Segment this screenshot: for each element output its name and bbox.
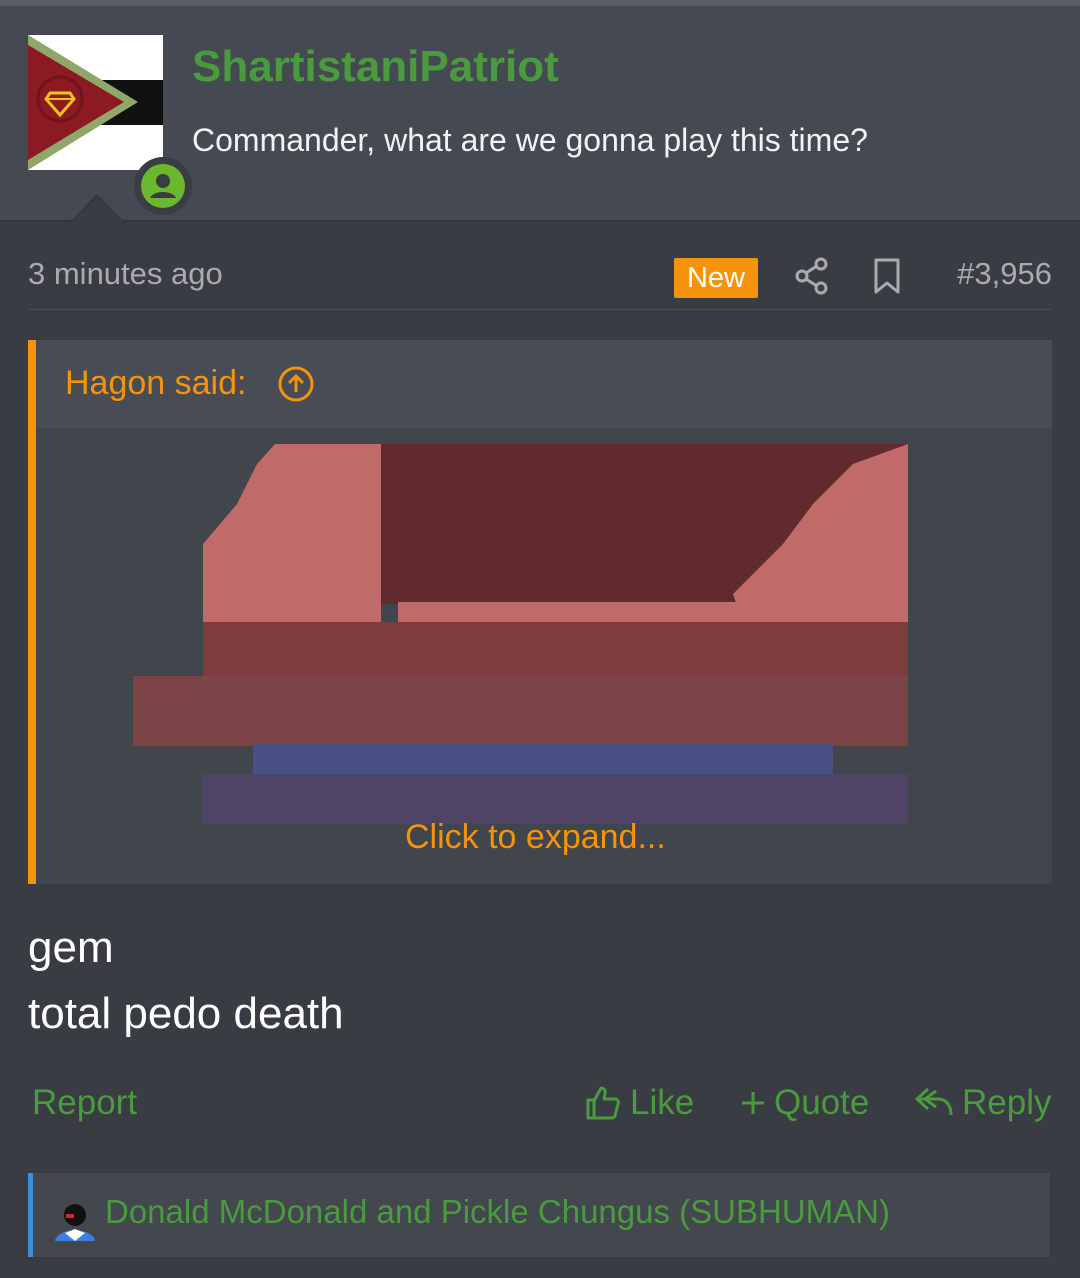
- quote-button[interactable]: Quote: [740, 1083, 869, 1123]
- click-to-expand-link[interactable]: Click to expand...: [405, 818, 666, 857]
- jump-to-quote-button[interactable]: [276, 364, 316, 409]
- quote-header: Hagon said:: [36, 340, 1052, 428]
- user-circle-icon: [141, 164, 185, 208]
- like-button[interactable]: Like: [584, 1083, 694, 1123]
- post-actions: Report Like Quote Reply: [28, 1083, 1052, 1133]
- bookmark-icon: [874, 258, 900, 294]
- post-timestamp[interactable]: 3 minutes ago: [28, 256, 223, 292]
- thumbs-up-icon: [586, 1086, 620, 1120]
- share-button[interactable]: [794, 256, 830, 301]
- new-badge: New: [674, 258, 758, 298]
- header-pointer: [70, 196, 124, 224]
- user-title: Commander, what are we gonna play this t…: [192, 122, 868, 158]
- like-label: Like: [630, 1083, 695, 1122]
- plus-icon: [742, 1092, 764, 1114]
- post-body: gem total pedo death: [28, 915, 344, 1047]
- reactions-bar[interactable]: Donald McDonald and Pickle Chungus (SUBH…: [28, 1173, 1050, 1257]
- reactor-avatar-icon: [55, 1204, 95, 1241]
- reply-label: Reply: [962, 1083, 1052, 1122]
- flag-avatar-image: [28, 35, 163, 170]
- post-body-line-2: total pedo death: [28, 989, 344, 1038]
- report-button[interactable]: Report: [32, 1083, 137, 1123]
- bookmark-button[interactable]: [872, 256, 902, 301]
- quote-block: Hagon said: Click to expand...: [28, 340, 1052, 884]
- post-number[interactable]: #3,956: [957, 256, 1052, 292]
- reactions-text[interactable]: Donald McDonald and Pickle Chungus (SUBH…: [105, 1193, 890, 1231]
- post-meta-bar: 3 minutes ago New #3,956: [28, 250, 1052, 310]
- report-label: Report: [32, 1083, 138, 1122]
- user-header: ShartistaniPatriot Commander, what are w…: [0, 6, 1080, 222]
- reply-icon: [915, 1087, 953, 1116]
- quoted-pixel-image: [133, 444, 908, 824]
- quote-author[interactable]: Hagon said:: [65, 364, 246, 403]
- share-icon: [795, 257, 828, 295]
- user-avatar[interactable]: [28, 35, 192, 215]
- arrow-up-circle-icon: [278, 366, 314, 402]
- post-body-line-1: gem: [28, 923, 114, 972]
- avatar-badge: [134, 157, 192, 215]
- username-link[interactable]: ShartistaniPatriot: [192, 42, 559, 92]
- reply-button[interactable]: Reply: [914, 1083, 1051, 1123]
- quote-label: Quote: [774, 1083, 870, 1122]
